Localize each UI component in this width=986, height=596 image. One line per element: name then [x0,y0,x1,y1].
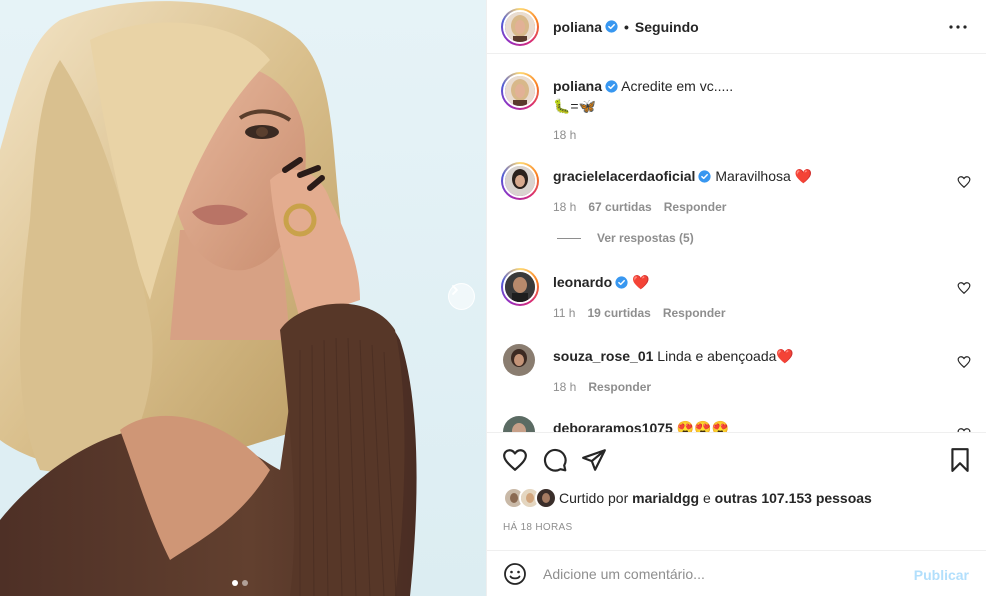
comment-username[interactable]: deboraramos1075 [553,420,673,432]
avatar-image [537,489,555,507]
post-modal: poliana • Seguindo poliana Acredite em v… [0,0,986,596]
author-username[interactable]: poliana [553,19,602,35]
like-heart-icon[interactable] [502,447,528,473]
comment-meta: 18 h 67 curtidas Responder [553,200,726,214]
post-header: poliana • Seguindo [487,0,986,54]
likes-prefix: Curtido por [559,490,629,506]
comment-item: deboraramos1075 😍😍😍 [501,414,971,432]
verified-badge-icon [698,170,712,183]
post-timestamp[interactable]: HÁ 18 HORAS [503,522,572,533]
avatar-image [505,76,535,106]
comment-avatar[interactable] [503,416,535,432]
avatar-image [505,272,535,302]
comment-avatar[interactable] [503,344,535,376]
comment-item: gracielelacerdaoficial Maravilhosa ❤️ 18… [501,162,971,222]
verified-badge-icon [605,80,618,93]
comment-item: leonardo ❤️ 11 h 19 curtidas Responder [501,268,971,328]
caption-emoji-line: 🐛=🦋 [553,98,597,114]
header-separator: • [624,18,629,35]
likes-others-link[interactable]: outras 107.153 pessoas [715,490,872,506]
reply-button[interactable]: Responder [663,306,726,320]
comment-meta: 18 h Responder [553,380,651,394]
caption-text: Acredite em vc..... [621,78,734,94]
comments-list[interactable]: poliana Acredite em vc..... 🐛=🦋 18 h gra… [487,55,986,432]
caption-username[interactable]: poliana [553,78,602,94]
more-options-button[interactable] [947,16,969,38]
save-bookmark-icon[interactable] [947,447,973,473]
view-replies-button[interactable]: Ver respostas (5) [557,231,694,245]
caption-meta: 18 h [553,128,576,142]
comment-text: Linda e abençoada❤️ [657,348,794,364]
caption-avatar[interactable] [501,72,539,110]
liker-username[interactable]: marialdgg [632,490,699,506]
comment-username[interactable]: gracielelacerdaoficial [553,168,695,184]
post-actions: Curtido por marialdgg e outras 107.153 p… [487,432,986,550]
comment-text: Maravilhosa ❤️ [715,168,813,184]
comment-item: souza_rose_01 Linda e abençoada❤️ 18 h R… [501,342,971,397]
liker-avatars [503,487,559,509]
likes-conjunction: e [702,490,711,506]
like-comment-heart-icon[interactable] [957,175,971,189]
avatar-image [503,416,535,432]
more-horizontal-icon [949,25,967,29]
author-avatar[interactable] [501,7,539,46]
like-comment-heart-icon[interactable] [957,355,971,369]
chevron-right-icon [452,285,458,295]
portrait-image [0,1,417,596]
comment-text: ❤️ [632,274,650,290]
comment-likes[interactable]: 67 curtidas [588,200,651,214]
comment-avatar[interactable] [501,268,539,306]
carousel-dot [242,580,248,586]
avatar-image [505,11,535,42]
add-comment-bar: Publicar [487,550,986,596]
carousel-indicator [232,580,248,586]
comment-time[interactable]: 18 h [553,380,576,394]
share-send-icon[interactable] [581,447,607,473]
following-button[interactable]: Seguindo [635,19,699,35]
caption-time[interactable]: 18 h [553,128,576,142]
comment-time[interactable]: 18 h [553,200,576,214]
liker-avatar[interactable] [535,487,557,509]
post-details-panel: poliana • Seguindo poliana Acredite em v… [486,0,986,596]
emoji-picker-icon[interactable] [503,562,527,586]
view-replies-label: Ver respostas (5) [597,231,694,245]
carousel-next-button[interactable] [448,283,475,310]
verified-badge-icon [605,20,618,33]
comment-meta: 11 h 19 curtidas Responder [553,306,726,320]
comment-username[interactable]: souza_rose_01 [553,348,653,364]
comment-input[interactable] [543,565,903,582]
caption: poliana Acredite em vc..... 🐛=🦋 18 h [501,72,971,162]
replies-divider [557,237,581,239]
comment-username[interactable]: leonardo [553,274,612,290]
like-comment-heart-icon[interactable] [957,281,971,295]
carousel-dot-active [232,580,238,586]
post-photo[interactable] [0,0,486,596]
comment-likes[interactable]: 19 curtidas [587,306,650,320]
avatar-image [505,166,535,196]
comment-bubble-icon[interactable] [542,447,568,473]
publish-button[interactable]: Publicar [914,567,969,583]
verified-badge-icon [615,276,628,289]
avatar-image [503,344,535,376]
comment-time[interactable]: 11 h [553,306,575,320]
reply-button[interactable]: Responder [664,200,727,214]
comment-text: 😍😍😍 [676,420,730,432]
reply-button[interactable]: Responder [588,380,651,394]
likes-summary: Curtido por marialdgg e outras 107.153 p… [503,487,872,509]
comment-avatar[interactable] [501,162,539,200]
